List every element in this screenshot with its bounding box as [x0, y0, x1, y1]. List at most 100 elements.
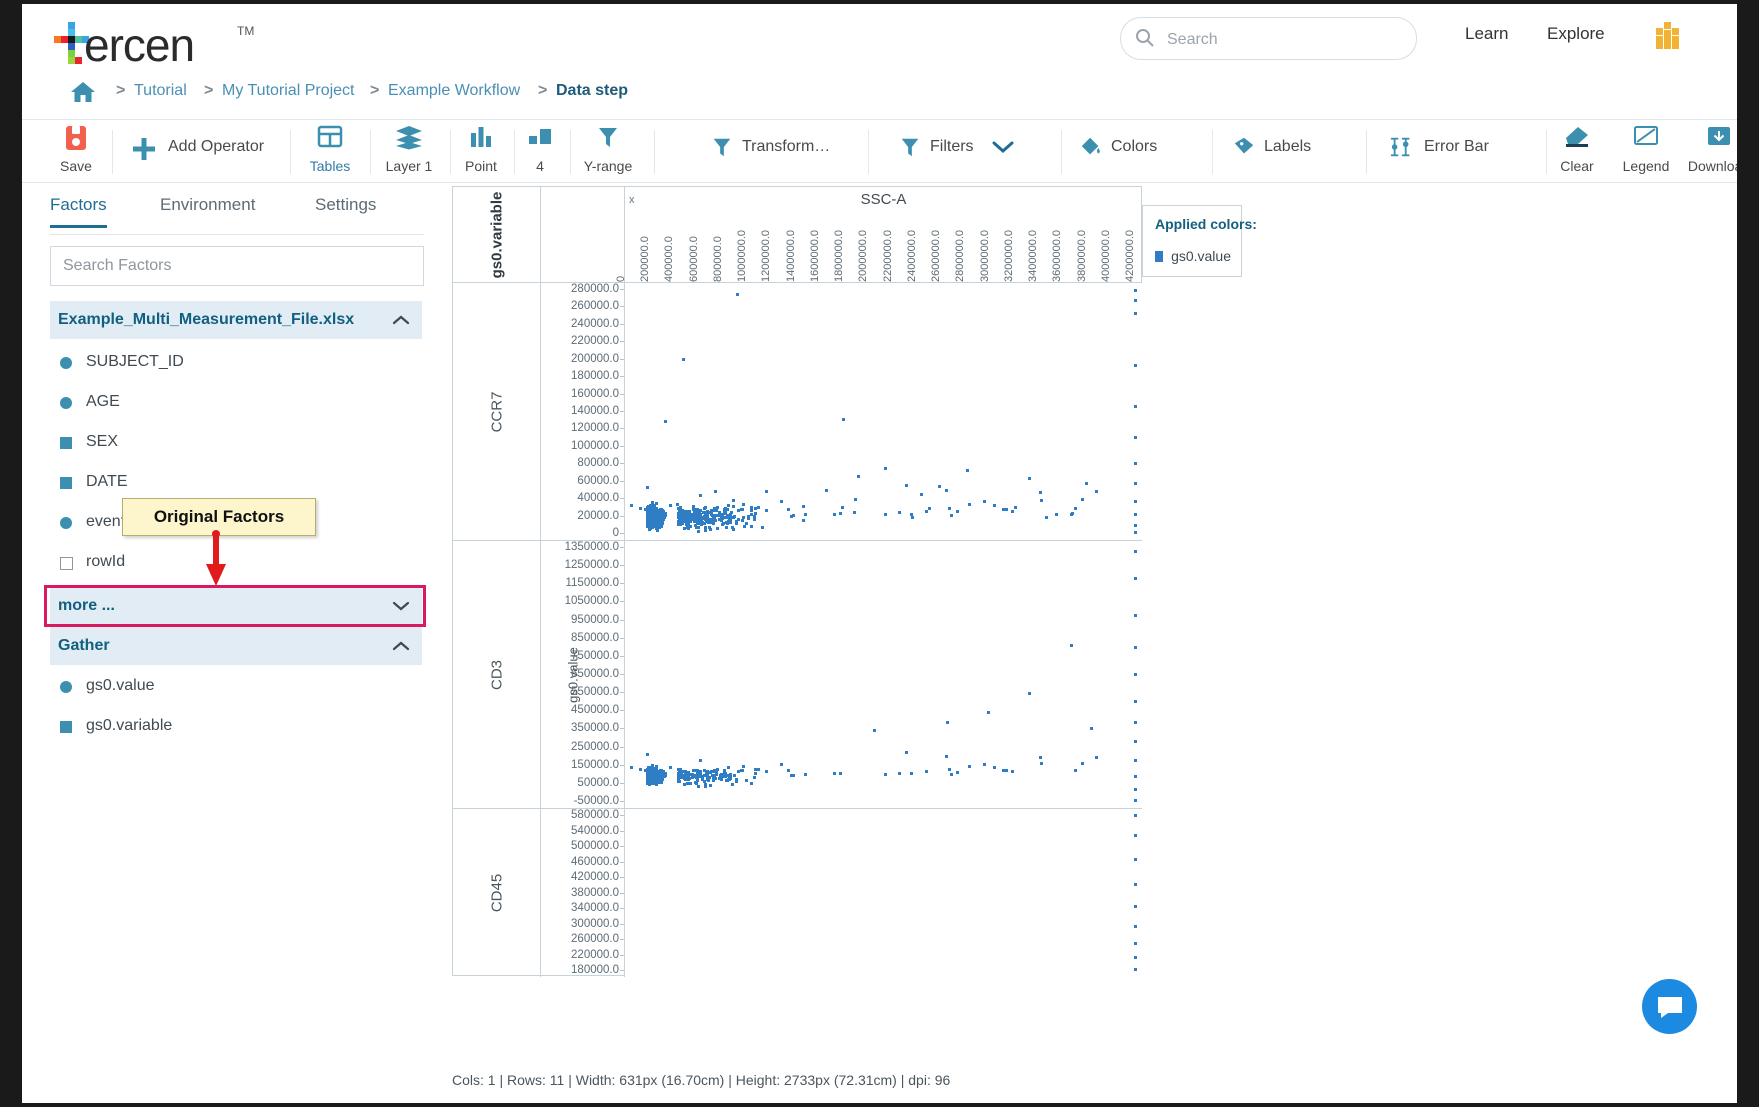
transform-button[interactable]: Transform…	[710, 134, 880, 168]
tag-icon	[1232, 135, 1256, 164]
factor-sex[interactable]: SEX	[50, 423, 422, 463]
clear-button[interactable]: Clear	[1546, 120, 1608, 182]
data-point	[792, 514, 796, 518]
home-icon[interactable]	[70, 80, 96, 104]
bar-chart-icon	[450, 124, 512, 158]
y-range-button[interactable]: Y-range	[570, 120, 646, 182]
size-button[interactable]: 4	[514, 120, 566, 182]
point-button[interactable]: Point	[450, 120, 512, 182]
layer-button[interactable]: Layer 1	[374, 120, 444, 182]
data-point	[689, 781, 693, 785]
data-point	[765, 508, 769, 512]
breadcrumb-item-data-step[interactable]: Data step	[556, 82, 628, 100]
chevron-up-icon[interactable]	[392, 313, 410, 325]
factor-gs0-variable[interactable]: gs0.variable	[50, 707, 422, 747]
scatter-panel-cd45[interactable]	[625, 808, 1142, 978]
nav-link-learn[interactable]: Learn	[1465, 24, 1508, 44]
scatter-panel-ccr7[interactable]	[625, 282, 1142, 541]
panel-row-label: CD45	[453, 808, 541, 977]
data-point	[920, 492, 924, 496]
data-point	[732, 498, 736, 502]
factor-gs0-value[interactable]: gs0.value	[50, 667, 422, 707]
search-factors-field[interactable]	[50, 246, 424, 286]
download-button[interactable]: Download	[1676, 120, 1737, 182]
data-point	[1134, 311, 1138, 315]
toolbar-divider-8	[868, 130, 869, 174]
x-axis-ticks: 0 200000.0 400000.0 600000.0 800000.0 1000000…	[615, 209, 1142, 282]
y-axis-cell: 580000.0 540000.0 500000.0 460000.0 420000.0…	[541, 808, 625, 977]
y-axis-tick-mark	[620, 970, 624, 971]
tab-environment[interactable]: Environment	[160, 195, 255, 225]
data-point	[726, 778, 730, 782]
factor-age[interactable]: AGE	[50, 383, 422, 423]
search-input[interactable]	[1165, 18, 1409, 61]
avatar[interactable]	[1652, 20, 1684, 50]
data-point	[654, 507, 658, 511]
labels-button[interactable]: Labels	[1232, 134, 1367, 168]
chat-bubble-icon	[1658, 997, 1682, 1018]
colors-button[interactable]: Colors	[1079, 134, 1214, 168]
data-point	[676, 520, 680, 524]
factor-rowid[interactable]: rowId	[50, 543, 422, 583]
chat-button[interactable]	[1642, 979, 1697, 1034]
x-axis-tick: 1600000.0	[808, 230, 821, 282]
data-point	[792, 773, 796, 777]
tercen-logo[interactable]: ercen TM	[54, 14, 284, 71]
data-point	[1038, 490, 1042, 494]
save-button[interactable]: Save	[48, 120, 104, 182]
data-point	[1095, 490, 1099, 494]
factor-date[interactable]: DATE	[50, 463, 422, 503]
close-icon[interactable]: x	[629, 194, 635, 206]
y-axis-tick: 350000.0	[571, 722, 619, 735]
data-point	[744, 779, 748, 783]
tab-factors[interactable]: Factors	[50, 195, 107, 228]
data-point	[715, 506, 719, 510]
scatter-panel-cd3[interactable]	[625, 540, 1142, 809]
breadcrumb-item-my-tutorial-project[interactable]: My Tutorial Project	[222, 82, 354, 100]
tab-settings[interactable]: Settings	[315, 195, 376, 225]
filters-button[interactable]: Filters	[898, 134, 1078, 168]
x-axis-tick: 3400000.0	[1027, 230, 1040, 282]
group-header-gather[interactable]: Gather	[50, 627, 422, 665]
data-point	[764, 489, 768, 493]
data-point	[695, 507, 699, 511]
data-point	[1080, 498, 1084, 502]
y-axis-tick: 1050000.0	[564, 595, 619, 608]
x-axis-tick: 4200000.0	[1124, 230, 1136, 282]
data-point	[993, 766, 997, 770]
nav-link-explore[interactable]: Explore	[1547, 24, 1605, 44]
data-point	[968, 765, 972, 769]
y-axis-tick: 200000.0	[571, 352, 619, 365]
chevron-up-icon[interactable]	[392, 639, 410, 651]
search-factors-input[interactable]	[51, 247, 423, 285]
data-point	[749, 506, 753, 510]
data-point	[669, 766, 673, 770]
y-axis-tick-mark	[620, 692, 624, 694]
data-point	[779, 762, 783, 766]
chevron-down-icon[interactable]	[992, 140, 1014, 159]
tables-button[interactable]: Tables	[300, 120, 360, 182]
y-axis-tick: 1350000.0	[564, 541, 619, 553]
factor-subject-id[interactable]: SUBJECT_ID	[50, 343, 422, 383]
y-axis-cell: gs0.value 1350000.0 1250000.0 1150000.0 1050…	[541, 540, 625, 808]
legend-entry[interactable]: gs0.value	[1155, 248, 1231, 264]
square-marker-icon	[60, 477, 72, 489]
breadcrumb-item-tutorial[interactable]: Tutorial	[134, 82, 187, 100]
legend-button[interactable]: Legend	[1610, 120, 1682, 182]
data-point	[685, 782, 689, 786]
eraser-icon	[1546, 124, 1608, 158]
data-point	[1134, 740, 1138, 743]
data-point	[733, 515, 737, 519]
add-operator-button[interactable]: Add Operator	[130, 134, 280, 168]
data-point	[703, 768, 707, 772]
error-bar-button[interactable]: Error Bar	[1390, 134, 1550, 168]
data-point	[1134, 905, 1138, 909]
x-axis-tick: 1400000.0	[784, 230, 797, 282]
y-axis-tick: 180000.0	[571, 370, 619, 383]
data-point	[686, 773, 690, 777]
group-header-file[interactable]: Example_Multi_Measurement_File.xlsx	[50, 301, 422, 339]
global-search[interactable]	[1120, 17, 1417, 61]
breadcrumb-item-example-workflow[interactable]: Example Workflow	[388, 82, 520, 100]
group-header-file-label: Example_Multi_Measurement_File.xlsx	[58, 311, 355, 328]
data-point	[1134, 363, 1138, 367]
